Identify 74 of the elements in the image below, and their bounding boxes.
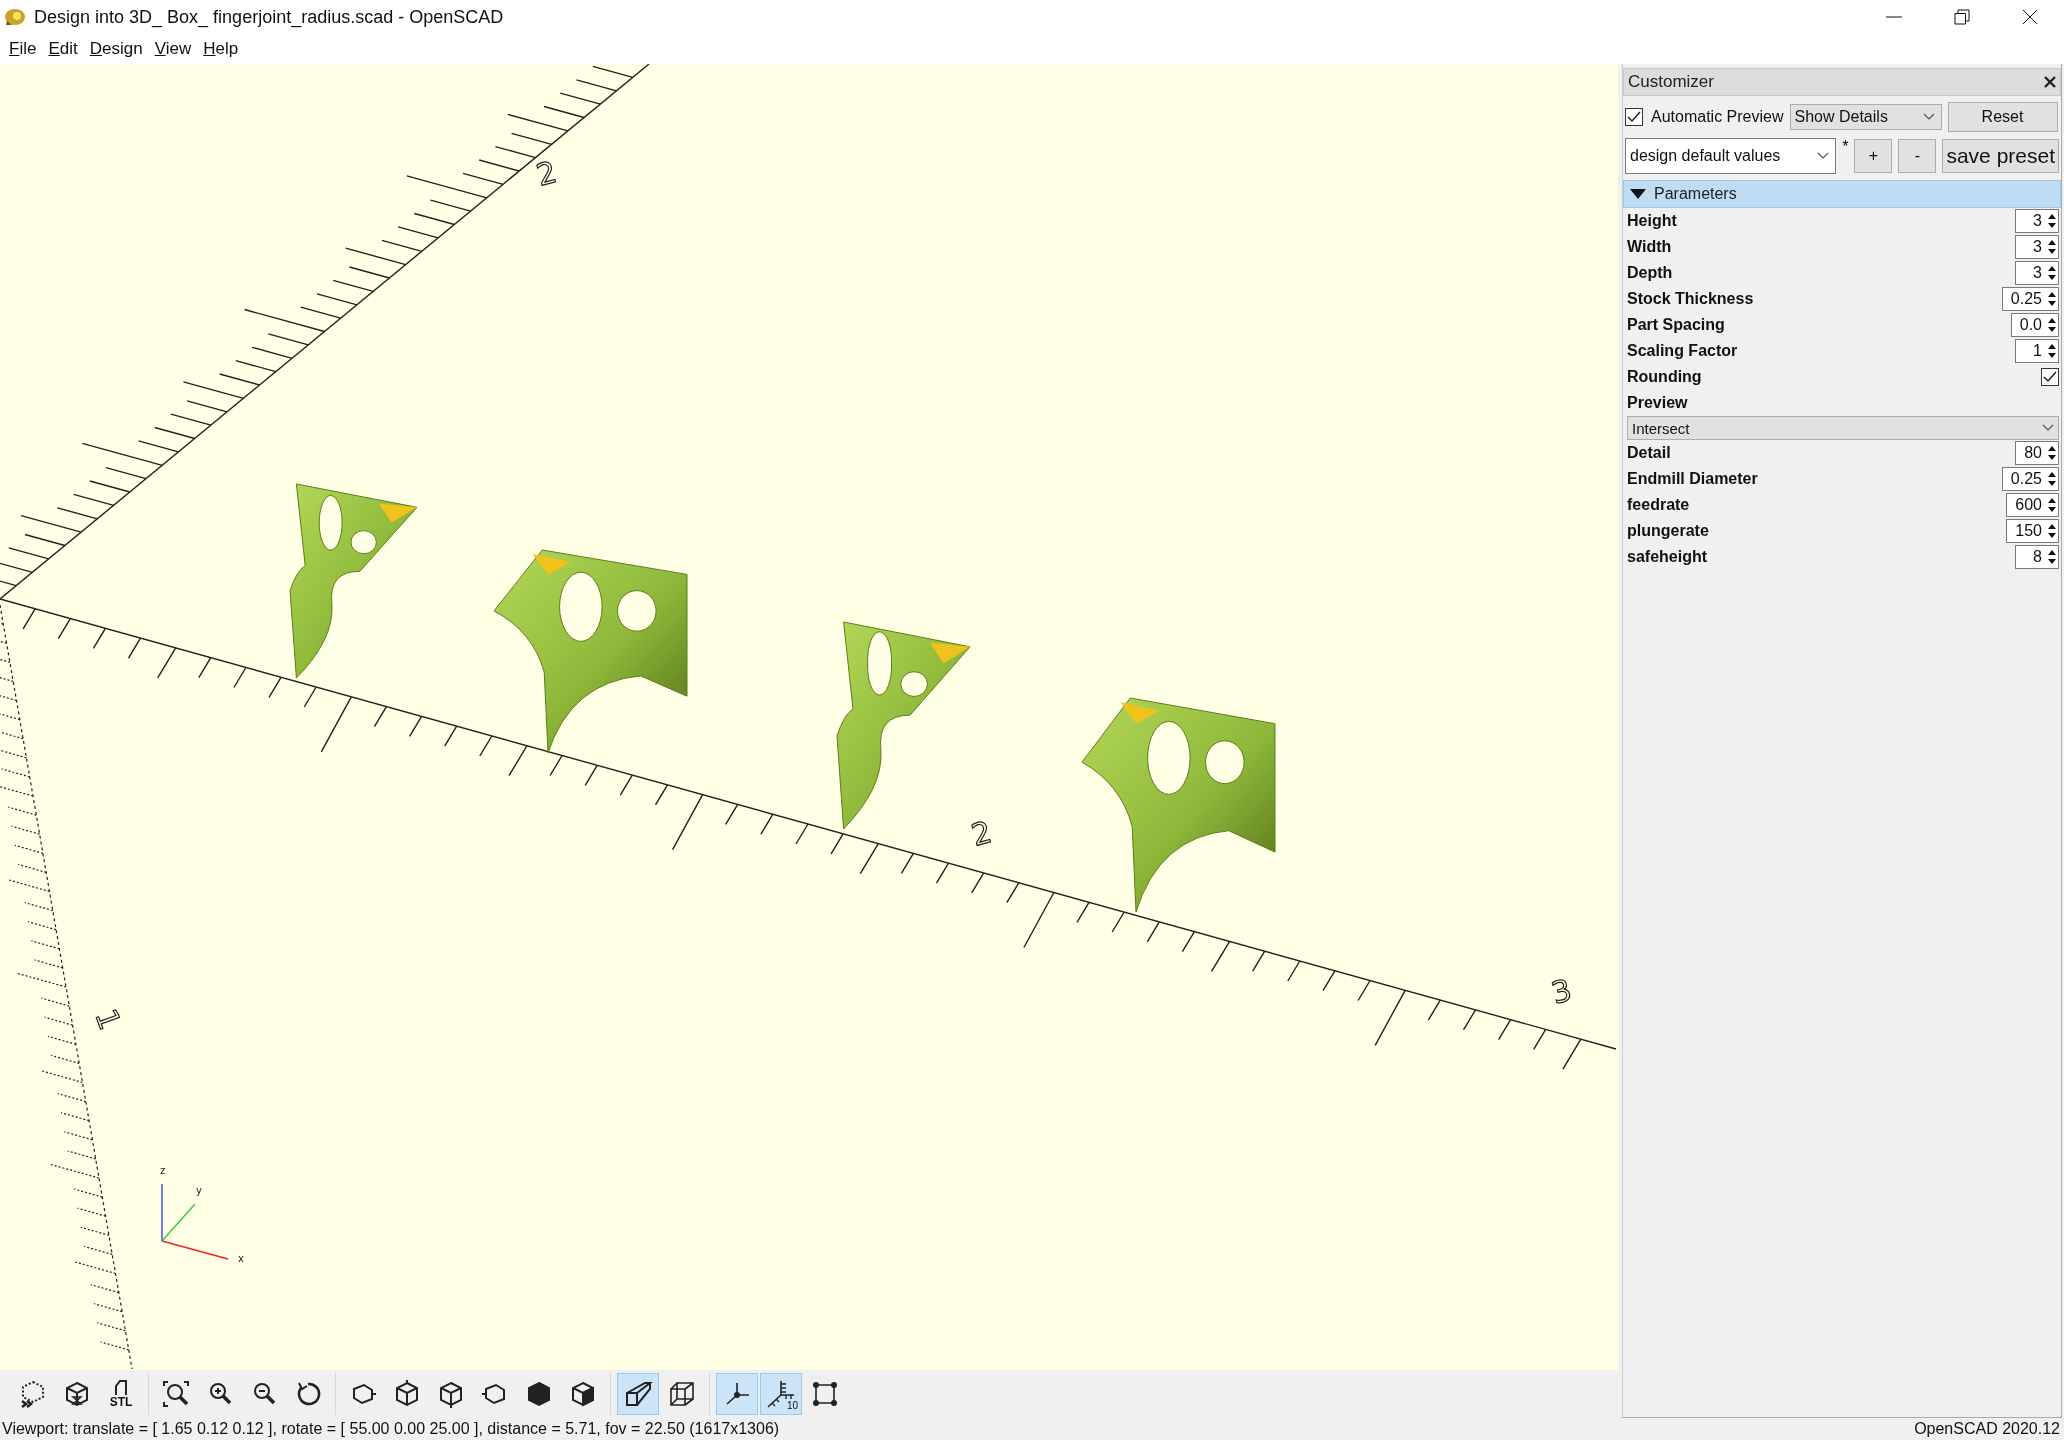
app-logo-icon [4,7,26,27]
save-preset-button[interactable]: save preset [1942,139,2059,173]
number-field[interactable]: 0.25 [2001,467,2059,491]
parameter-label: Endmill Diameter [1627,470,1758,488]
panel-title: Customizer [1628,72,1715,92]
number-field[interactable]: 80 [2015,441,2059,465]
parameter-label: Preview [1627,394,1688,412]
parameter-label: Part Spacing [1627,316,1725,334]
scale-label: 3 [1547,972,1576,1011]
status-text: Viewport: translate = [ 1.65 0.12 0.12 ], rotate = [ 55.00 0.00 25.00 ], distance = 5.71, fov = 22.50 (1617x1306) [2,1420,780,1438]
remove-preset-button[interactable]: - [1898,139,1937,173]
number-field[interactable]: 1 [2015,339,2059,363]
axis-label: y [196,1185,202,1196]
scale-label: 2 [967,814,996,853]
parameter-label: Depth [1627,264,1673,282]
reset-button[interactable]: Reset [1947,102,2058,132]
menu-item[interactable]: View [149,37,197,61]
number-field[interactable]: 150 [2006,519,2059,543]
preset-dropdown[interactable]: design default values [1625,138,1837,174]
scale-label: 1 [88,1004,128,1035]
chevron-down-icon [1817,152,1830,160]
parameter-label: Detail [1627,444,1671,462]
zoom-fit-icon [161,1379,191,1409]
window-title: Design into 3D_ Box_ fingerjoint_radius.scad - OpenSCAD [34,6,505,28]
dropdown[interactable]: Intersect [1627,416,2059,440]
checkbox[interactable] [2041,368,2059,386]
number-field[interactable]: 3 [2015,235,2059,259]
close-icon [2044,76,2056,88]
toolbar-button[interactable]: STL [100,1373,142,1415]
perspective-cube-icon [623,1379,653,1409]
menu-item[interactable]: Help [198,37,244,61]
parameter-label: plungerate [1627,522,1709,540]
wireframe-cube-icon [667,1379,697,1409]
parameter-label: Rounding [1627,368,1702,386]
modified-mark: * [1842,138,1849,156]
close-icon [2022,9,2038,25]
number-field[interactable]: 0.0 [2010,313,2059,337]
parameter-label: feedrate [1627,496,1690,514]
checkbox[interactable] [1625,108,1643,126]
dotted-square-icon [810,1379,840,1409]
restore-icon [1954,9,1970,25]
number-field[interactable]: 600 [2006,493,2059,517]
dropdown[interactable]: Show Details [1789,104,1942,130]
axis-label: z [160,1165,166,1176]
axis-label: x [238,1253,244,1264]
chevron-down-icon [1922,113,1935,121]
minimize-icon [1886,16,1902,18]
number-field[interactable]: 0.25 [2001,287,2059,311]
parameter-label: Height [1627,212,1677,230]
parameter-label: Stock Thickness [1627,290,1754,308]
menu-item[interactable]: Design [84,37,148,61]
menu-item[interactable]: File [4,37,42,61]
triangle-down-icon [1630,188,1646,200]
ruler-axes-icon [766,1379,796,1409]
close-button[interactable] [2044,76,2056,88]
checkmark-icon [1627,111,1641,123]
parameter-label: safeheight [1627,548,1707,566]
parameter-label: Width [1627,238,1672,256]
number-field[interactable]: 3 [2015,261,2059,285]
menu-item[interactable]: Edit [43,37,83,61]
checkbox-label: Automatic Preview [1651,108,1784,126]
number-field[interactable]: 8 [2015,545,2059,569]
chevron-down-icon [2042,424,2054,432]
parameter-label: Scaling Factor [1627,342,1738,360]
checkmark-icon [2043,371,2057,383]
3d-viewport[interactable]: 2 2 3 1 z y x [0,64,1618,1370]
toolbar-button[interactable] [716,1373,758,1415]
version-text: OpenSCAD 2020.12 [1914,1420,2060,1438]
toolbar-button[interactable] [617,1373,659,1415]
toolbar-button[interactable]: 10 [760,1373,802,1415]
number-field[interactable]: 3 [2015,209,2059,233]
section-header[interactable]: Parameters [1623,180,2061,208]
add-preset-button[interactable]: + [1854,139,1893,173]
scale-label: 2 [532,154,561,193]
